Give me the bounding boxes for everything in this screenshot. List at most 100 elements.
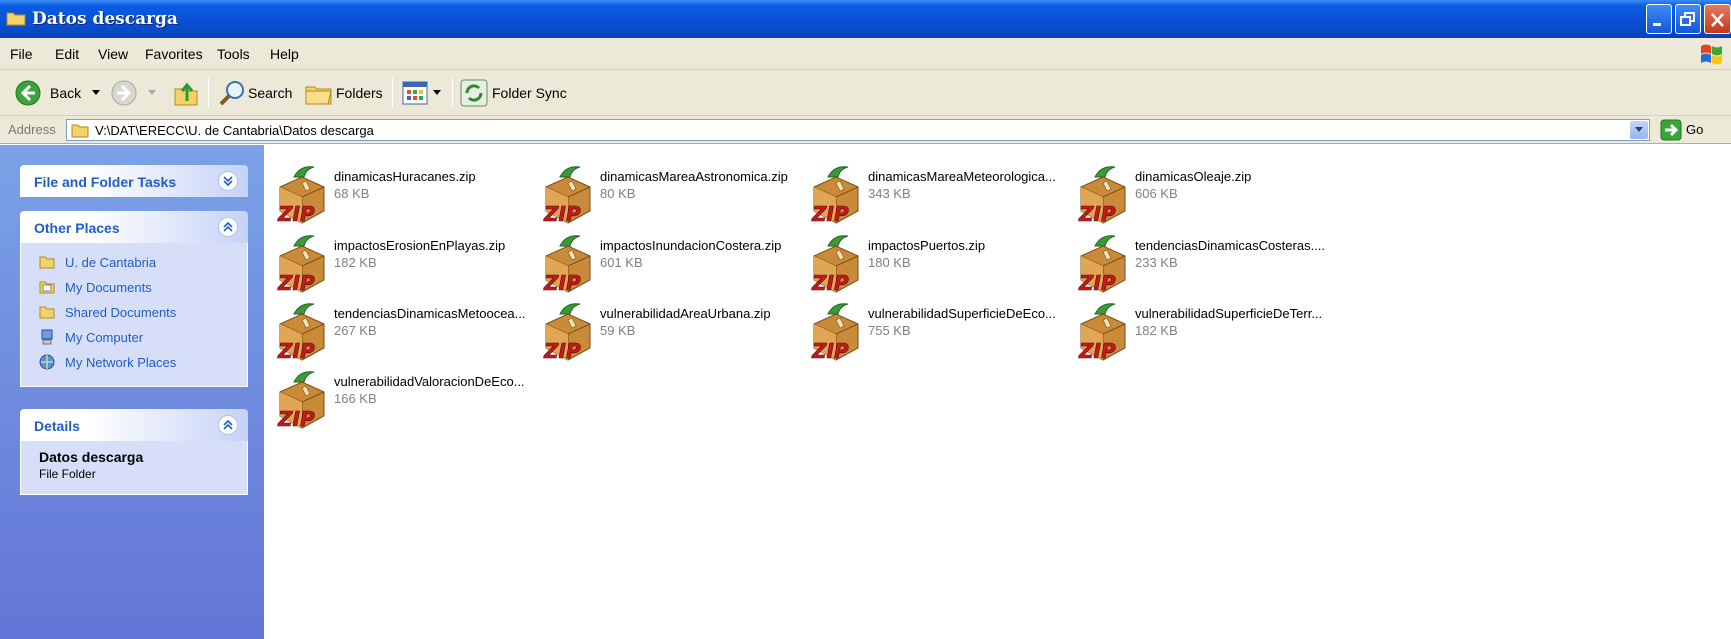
zip-file-icon: ZIP: [543, 166, 591, 226]
file-item[interactable]: ZIP tendenciasDinamicasCosteras.... 233 …: [1069, 234, 1337, 298]
forward-arrow-icon: [111, 80, 137, 106]
file-name: dinamicasMareaAstronomica.zip: [600, 169, 788, 184]
address-dropdown-button[interactable]: [1630, 121, 1648, 139]
file-size: 267 KB: [334, 323, 377, 338]
back-button[interactable]: Back: [8, 79, 108, 107]
file-item[interactable]: ZIP dinamicasOleaje.zip 606 KB: [1069, 165, 1337, 229]
panel-header[interactable]: Details: [20, 409, 248, 441]
svg-text:ZIP: ZIP: [811, 202, 849, 226]
chevron-down-icon[interactable]: [433, 90, 441, 96]
place-shared-documents[interactable]: Shared Documents: [21, 301, 247, 326]
toolbar-separator: [208, 78, 209, 108]
panel-title: Other Places: [34, 220, 120, 236]
address-input[interactable]: V:\DAT\ERECC\U. de Cantabria\Datos desca…: [66, 119, 1650, 141]
place-label: Shared Documents: [65, 305, 177, 320]
network-icon: [39, 354, 55, 370]
file-folder-tasks-panel: File and Folder Tasks: [20, 165, 248, 197]
other-places-panel: Other Places U. de Cantabria My Document…: [20, 211, 248, 387]
file-name: impactosPuertos.zip: [868, 238, 986, 253]
chevron-down-icon[interactable]: [148, 90, 156, 96]
file-size: 166 KB: [334, 391, 377, 406]
details-name: Datos descarga: [39, 449, 144, 465]
panel-body: U. de Cantabria My Documents Shared Docu…: [20, 243, 248, 387]
folders-button[interactable]: Folders: [302, 79, 388, 107]
file-item[interactable]: ZIP dinamicasHuracanes.zip 68 KB: [268, 165, 536, 229]
place-my-network-places[interactable]: My Network Places: [21, 351, 247, 376]
chevron-up-double-icon: [223, 222, 233, 232]
folder-icon: [39, 306, 55, 319]
panel-header[interactable]: File and Folder Tasks: [20, 165, 248, 197]
zip-file-icon: ZIP: [543, 235, 591, 295]
restore-button[interactable]: [1675, 4, 1701, 34]
forward-button[interactable]: [108, 79, 168, 107]
menu-favorites[interactable]: Favorites: [145, 46, 203, 62]
title-bar[interactable]: Datos descarga: [0, 0, 1731, 38]
views-button[interactable]: [400, 79, 448, 107]
collapse-button[interactable]: [218, 217, 238, 237]
file-item[interactable]: ZIP vulnerabilidadValoracionDeEco... 166…: [268, 370, 536, 434]
go-arrow-icon: [1660, 119, 1682, 141]
zip-file-icon: ZIP: [277, 235, 325, 295]
panel-header[interactable]: Other Places: [20, 211, 248, 243]
place-u-de-cantabria[interactable]: U. de Cantabria: [21, 251, 247, 276]
file-size: 755 KB: [868, 323, 911, 338]
zip-file-icon: ZIP: [277, 303, 325, 363]
menu-file[interactable]: File: [10, 46, 33, 62]
minimize-button[interactable]: [1646, 4, 1672, 34]
file-item[interactable]: ZIP vulnerabilidadSuperficieDeTerr... 18…: [1069, 302, 1337, 366]
back-arrow-icon: [15, 80, 41, 106]
task-pane: File and Folder Tasks Other Places U. de…: [0, 145, 264, 639]
file-size: 180 KB: [868, 255, 911, 270]
folder-icon: [39, 256, 55, 269]
svg-text:ZIP: ZIP: [277, 202, 315, 226]
file-item[interactable]: ZIP vulnerabilidadSuperficieDeEco... 755…: [802, 302, 1070, 366]
menu-view[interactable]: View: [98, 46, 128, 62]
file-item[interactable]: ZIP impactosInundacionCostera.zip 601 KB: [534, 234, 802, 298]
file-name: dinamicasHuracanes.zip: [334, 169, 476, 184]
svg-text:ZIP: ZIP: [277, 271, 315, 295]
search-button[interactable]: Search: [216, 79, 296, 107]
file-name: tendenciasDinamicasMetoocea...: [334, 306, 526, 321]
address-value: V:\DAT\ERECC\U. de Cantabria\Datos desca…: [95, 123, 374, 138]
svg-text:ZIP: ZIP: [1078, 339, 1116, 363]
chevron-down-icon[interactable]: [92, 90, 100, 96]
file-item[interactable]: ZIP vulnerabilidadAreaUrbana.zip 59 KB: [534, 302, 802, 366]
file-size: 59 KB: [600, 323, 636, 338]
folder-sync-icon: [460, 79, 488, 107]
file-item[interactable]: ZIP dinamicasMareaMeteorologica... 343 K…: [802, 165, 1070, 229]
file-item[interactable]: ZIP impactosErosionEnPlayas.zip 182 KB: [268, 234, 536, 298]
file-list[interactable]: ZIP dinamicasHuracanes.zip 68 KB ZIP din…: [264, 145, 1731, 639]
up-folder-button[interactable]: [168, 79, 204, 107]
file-item[interactable]: ZIP dinamicasMareaAstronomica.zip 80 KB: [534, 165, 802, 229]
address-label: Address: [8, 122, 56, 137]
expand-button[interactable]: [218, 171, 238, 191]
zip-file-icon: ZIP: [543, 303, 591, 363]
place-my-documents[interactable]: My Documents: [21, 276, 247, 301]
address-bar: Address V:\DAT\ERECC\U. de Cantabria\Dat…: [0, 116, 1731, 144]
menu-tools[interactable]: Tools: [217, 46, 250, 62]
search-icon: [219, 81, 244, 106]
details-type: File Folder: [39, 467, 96, 481]
menu-help[interactable]: Help: [270, 46, 299, 62]
close-button[interactable]: [1704, 4, 1731, 34]
collapse-button[interactable]: [218, 415, 238, 435]
file-size: 233 KB: [1135, 255, 1178, 270]
svg-text:ZIP: ZIP: [1078, 271, 1116, 295]
folders-icon: [305, 86, 332, 105]
menu-edit[interactable]: Edit: [55, 46, 79, 62]
zip-file-icon: ZIP: [811, 235, 859, 295]
file-item[interactable]: ZIP tendenciasDinamicasMetoocea... 267 K…: [268, 302, 536, 366]
file-name: impactosInundacionCostera.zip: [600, 238, 782, 253]
minimize-icon: [1653, 23, 1661, 26]
go-button[interactable]: Go: [1658, 119, 1728, 141]
folder-sync-button[interactable]: Folder Sync: [458, 79, 578, 107]
svg-text:ZIP: ZIP: [1078, 202, 1116, 226]
chevron-down-double-icon: [223, 176, 233, 186]
place-my-computer[interactable]: My Computer: [21, 326, 247, 351]
file-name: impactosErosionEnPlayas.zip: [334, 238, 506, 253]
go-label: Go: [1686, 122, 1704, 137]
svg-text:ZIP: ZIP: [543, 339, 581, 363]
panel-title: Details: [34, 418, 80, 434]
place-label: My Documents: [65, 280, 152, 295]
file-item[interactable]: ZIP impactosPuertos.zip 180 KB: [802, 234, 1070, 298]
